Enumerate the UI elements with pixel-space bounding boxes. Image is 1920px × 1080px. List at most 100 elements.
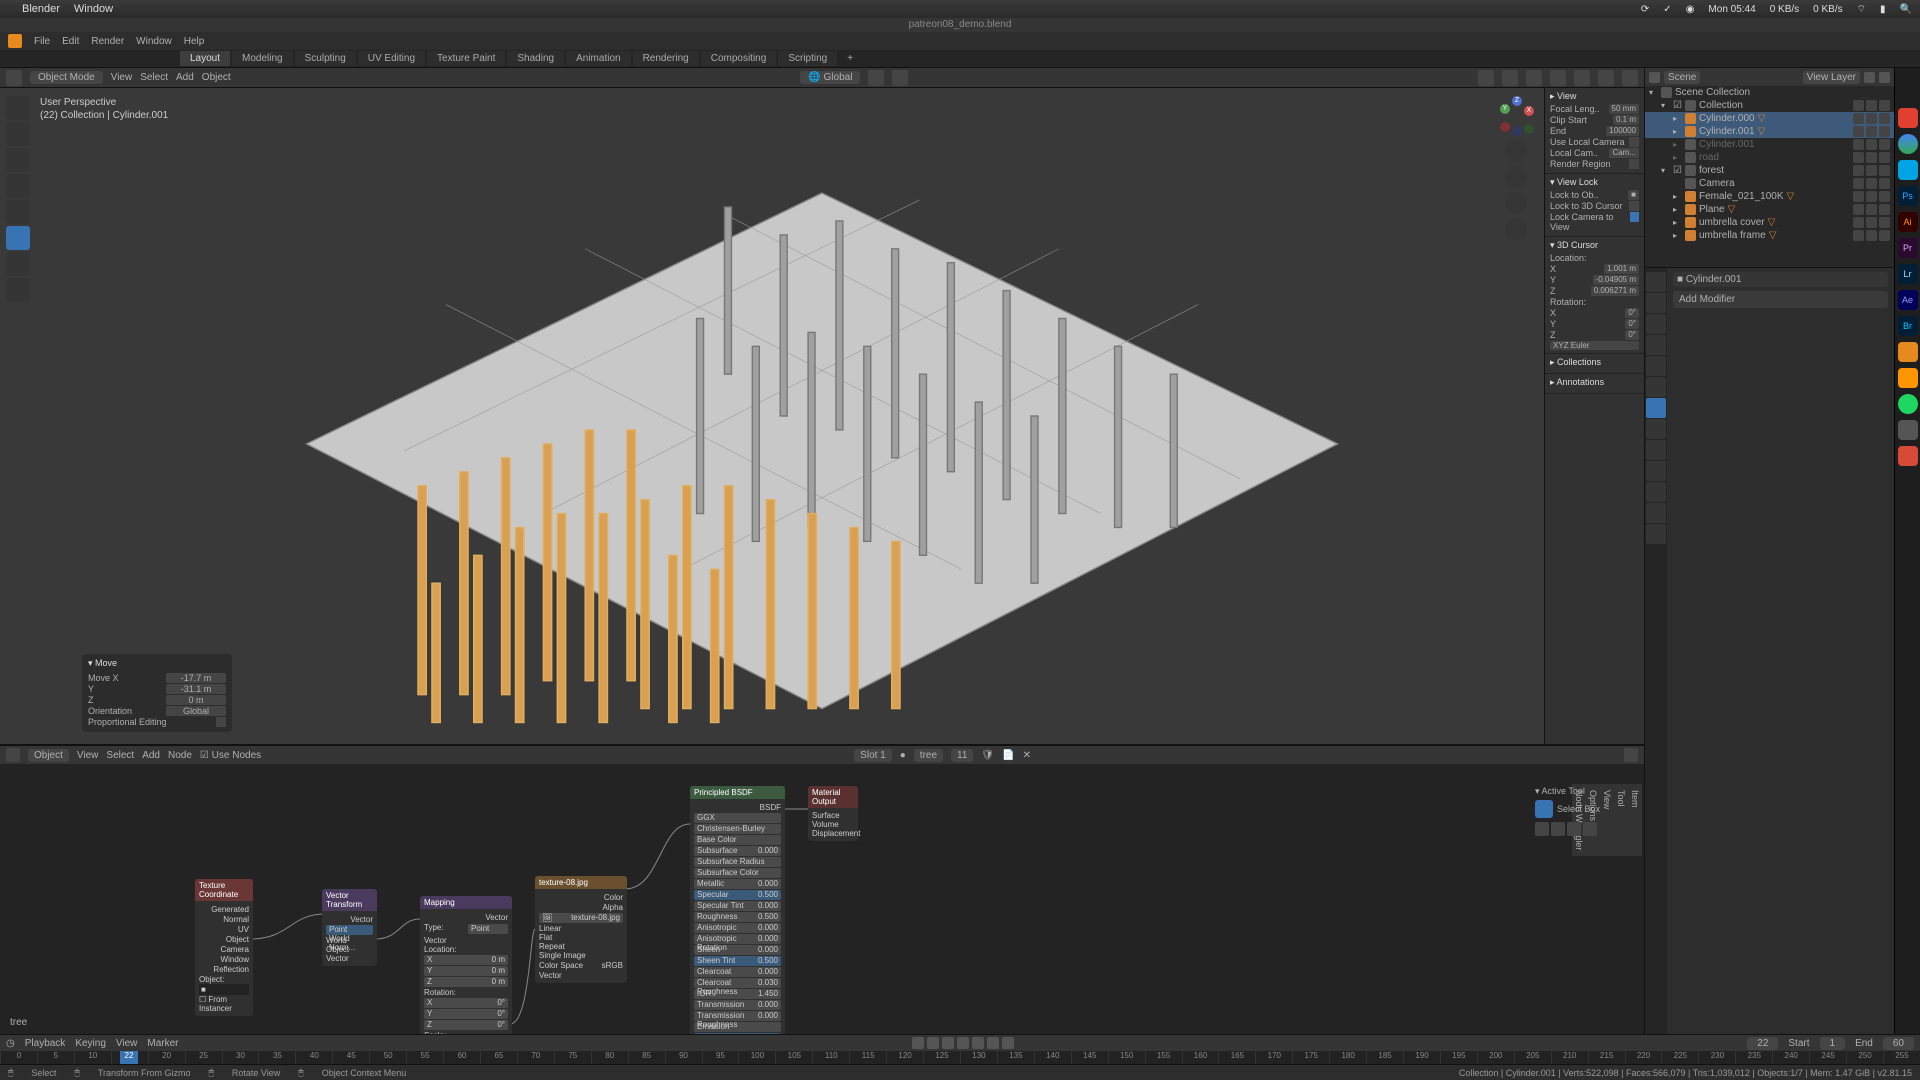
timeline-ruler[interactable]: 22 0510152025303540455055606570758085909… <box>0 1051 1920 1064</box>
shader-editor[interactable]: Object View Select Add Node ☑ Use Nodes … <box>0 744 1644 1034</box>
node-mapping[interactable]: Mapping Vector Type:Point Vector Locatio… <box>420 896 512 1034</box>
dock-icon[interactable] <box>1898 368 1918 388</box>
prop-material-icon[interactable] <box>1646 503 1666 523</box>
prop-world-icon[interactable] <box>1646 356 1666 376</box>
material-users[interactable]: 11 <box>951 749 973 762</box>
chrome-icon[interactable] <box>1898 134 1918 154</box>
prop-scene-icon[interactable] <box>1646 335 1666 355</box>
slot-select[interactable]: Slot 1 <box>854 749 892 762</box>
new-mat-icon[interactable]: 📄 <box>1002 750 1014 761</box>
bridge-icon[interactable]: Br <box>1898 316 1918 336</box>
safari-icon[interactable] <box>1898 160 1918 180</box>
mac-window-menu[interactable]: Window <box>74 3 113 15</box>
property-breadcrumb[interactable]: ■ Cylinder.001 <box>1673 272 1888 287</box>
timeline-playback[interactable]: Playback <box>25 1038 66 1049</box>
vhdr-add[interactable]: Add <box>176 72 194 83</box>
select-mode-icon[interactable] <box>1551 822 1565 836</box>
play-rev-icon[interactable] <box>957 1037 969 1049</box>
timeline-marker[interactable]: Marker <box>147 1038 178 1049</box>
tab-animation[interactable]: Animation <box>566 51 630 66</box>
outliner-row[interactable]: Camera <box>1645 177 1894 190</box>
current-frame[interactable]: 22 <box>1747 1037 1778 1050</box>
timeline-keying[interactable]: Keying <box>75 1038 106 1049</box>
editor-type-icon[interactable] <box>6 748 20 762</box>
illustrator-icon[interactable]: Ai <box>1898 212 1918 232</box>
tab-layout[interactable]: Layout <box>180 51 230 66</box>
xray-icon[interactable] <box>1526 70 1542 86</box>
shading-rendered-icon[interactable] <box>1622 70 1638 86</box>
prop-object-icon[interactable] <box>1646 377 1666 397</box>
keyframe-prev-icon[interactable] <box>942 1037 954 1049</box>
start-frame[interactable]: 1 <box>1820 1037 1846 1050</box>
dock-icon[interactable] <box>1898 446 1918 466</box>
zoom-icon[interactable] <box>1505 140 1527 162</box>
menu-edit[interactable]: Edit <box>62 36 79 47</box>
vhdr-object[interactable]: Object <box>202 72 231 83</box>
menubar-extra-icon[interactable]: ✓ <box>1663 4 1671 15</box>
menubar-clock[interactable]: Mon 05:44 <box>1708 4 1755 15</box>
prop-render-icon[interactable] <box>1646 272 1666 292</box>
spotify-icon[interactable] <box>1898 394 1918 414</box>
outliner-row[interactable]: ▾☑forest <box>1645 164 1894 177</box>
ortho-icon[interactable] <box>1505 218 1527 240</box>
menu-render[interactable]: Render <box>91 36 124 47</box>
autokey-icon[interactable] <box>912 1037 924 1049</box>
camera-icon[interactable] <box>1505 192 1527 214</box>
use-nodes-toggle[interactable]: ☑ Use Nodes <box>200 750 261 761</box>
prop-edit-icon[interactable] <box>892 70 908 86</box>
tab-rendering[interactable]: Rendering <box>633 51 699 66</box>
tab-shading[interactable]: Shading <box>507 51 564 66</box>
app-name[interactable]: Blender <box>22 3 60 15</box>
prop-constraints-icon[interactable] <box>1646 461 1666 481</box>
node-material-output[interactable]: Material Output Surface Volume Displacem… <box>808 786 858 841</box>
prop-output-icon[interactable] <box>1646 293 1666 313</box>
editor-type-icon[interactable]: ◷ <box>6 1038 15 1049</box>
outliner-row[interactable]: ▸umbrella frame▽ <box>1645 229 1894 242</box>
viewlayer-select[interactable]: View Layer <box>1803 71 1860 84</box>
move-tool-icon[interactable] <box>6 148 30 172</box>
select-box-tool-icon[interactable] <box>6 122 30 146</box>
aftereffects-icon[interactable]: Ae <box>1898 290 1918 310</box>
scene-select[interactable]: Scene <box>1664 71 1700 84</box>
nhdr-node[interactable]: Node <box>168 750 192 761</box>
unlink-mat-icon[interactable]: ✕ <box>1023 750 1031 761</box>
select-mode-icon[interactable] <box>1535 822 1549 836</box>
tab-modeling[interactable]: Modeling <box>232 51 293 66</box>
outliner-row[interactable]: ▸road <box>1645 151 1894 164</box>
fake-user-icon[interactable]: 🛡 <box>981 750 994 761</box>
shading-wireframe-icon[interactable] <box>1550 70 1566 86</box>
prop-modifier-icon[interactable] <box>1646 398 1666 418</box>
select-mode-icon[interactable] <box>1583 822 1597 836</box>
snap-icon[interactable] <box>868 70 884 86</box>
select-mode-icon[interactable] <box>1567 822 1581 836</box>
spotlight-icon[interactable]: 🔍 <box>1900 4 1912 15</box>
nhdr-add[interactable]: Add <box>142 750 160 761</box>
outliner-row[interactable]: ▸Cylinder.001 <box>1645 138 1894 151</box>
new-viewlayer-icon[interactable] <box>1864 72 1875 83</box>
editor-type-icon[interactable] <box>1649 72 1660 83</box>
outliner-row[interactable]: ▸Cylinder.001▽ <box>1645 125 1894 138</box>
dock-icon[interactable] <box>1898 420 1918 440</box>
shading-matprev-icon[interactable] <box>1598 70 1614 86</box>
outliner-row[interactable]: ▸Female_021_100K▽ <box>1645 190 1894 203</box>
editor-type-icon[interactable] <box>6 70 22 86</box>
cursor-tool-icon[interactable] <box>6 96 30 120</box>
jump-start-icon[interactable] <box>927 1037 939 1049</box>
battery-icon[interactable]: ▮ <box>1880 4 1886 15</box>
tab-compositing[interactable]: Compositing <box>701 51 777 66</box>
transform-tool-icon[interactable] <box>6 226 30 250</box>
wifi-icon[interactable]: ⌔ <box>1857 3 1866 16</box>
menubar-extra-icon[interactable]: ⟳ <box>1641 4 1649 15</box>
add-modifier-button[interactable]: Add Modifier <box>1673 291 1888 308</box>
premiere-icon[interactable]: Pr <box>1898 238 1918 258</box>
tab-scripting[interactable]: Scripting <box>778 51 837 66</box>
select-box-tool-icon[interactable] <box>1535 800 1553 818</box>
end-frame[interactable]: 60 <box>1883 1037 1914 1050</box>
node-principled-bsdf[interactable]: Principled BSDF BSDF GGX Christensen-Bur… <box>690 786 785 1034</box>
pin-icon[interactable] <box>1624 748 1638 762</box>
shader-type-select[interactable]: Object <box>28 749 69 762</box>
tab-uv[interactable]: UV Editing <box>358 51 425 66</box>
nhdr-view[interactable]: View <box>77 750 99 761</box>
gizmo-toggle-icon[interactable] <box>1478 70 1494 86</box>
filter-icon[interactable] <box>1879 72 1890 83</box>
